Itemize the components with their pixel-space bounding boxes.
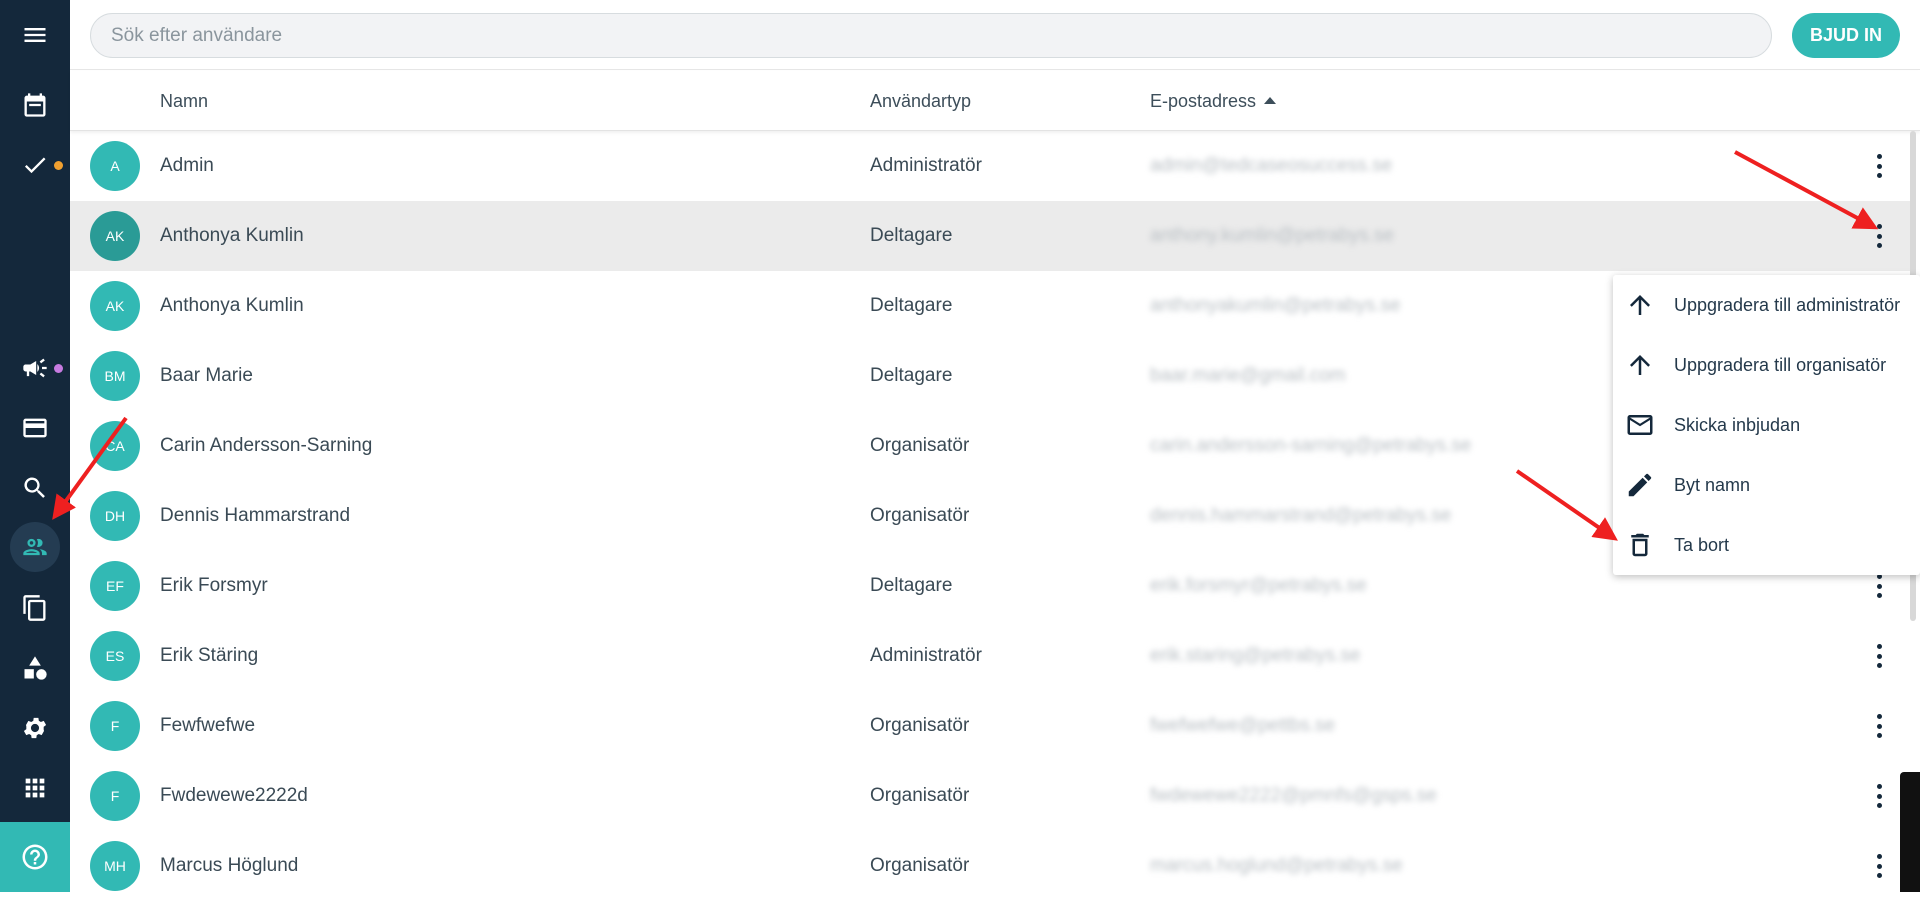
user-type: Organisatör xyxy=(870,505,970,526)
avatar: A xyxy=(90,141,140,191)
user-name: Admin xyxy=(160,155,214,176)
user-name: Fewfwefwe xyxy=(160,715,256,736)
user-email: erik.staring@petrabys.se xyxy=(1150,645,1361,666)
row-context-menu: Uppgradera till administratör Uppgradera … xyxy=(1613,275,1920,575)
user-email: fwdewewe2222@pmnfs@gsps.se xyxy=(1150,785,1437,806)
menu-item-skicka-inbjudan[interactable]: Skicka inbjudan xyxy=(1613,395,1920,455)
table-header: Namn Användartyp E-postadress xyxy=(70,71,1920,131)
user-email: baar.marie@gmail.com xyxy=(1150,365,1346,386)
table-row[interactable]: ES Erik Stäring Administratör erik.staring@… xyxy=(70,621,1915,691)
mail-icon xyxy=(1627,415,1653,435)
user-type: Deltagare xyxy=(870,225,953,246)
user-type: Administratör xyxy=(870,645,982,666)
more-options-icon[interactable] xyxy=(1875,571,1883,601)
menu-item-label: Skicka inbjudan xyxy=(1674,414,1801,435)
column-header-email[interactable]: E-postadress xyxy=(1150,91,1277,112)
avatar: CA xyxy=(90,421,140,471)
user-name: Anthonya Kumlin xyxy=(160,225,304,246)
table-row[interactable]: A Admin Administratör admin@tedcaseosuccess… xyxy=(70,131,1915,201)
sort-ascending-icon xyxy=(1264,97,1277,104)
user-type: Organisatör xyxy=(870,855,970,876)
table-row[interactable]: MH Marcus Höglund Organisatör marcus.hoglun… xyxy=(70,831,1915,901)
menu-item-byt-namn[interactable]: Byt namn xyxy=(1613,455,1920,515)
column-header-user-type[interactable]: Användartyp xyxy=(870,91,971,112)
menu-item-label: Uppgradera till administratör xyxy=(1674,294,1901,315)
email-header-label: E-postadress xyxy=(1150,91,1257,111)
gear-icon[interactable] xyxy=(0,698,70,758)
user-name: Anthonya Kumlin xyxy=(160,295,304,316)
user-type: Deltagare xyxy=(870,575,953,596)
arrow-up-icon xyxy=(1630,295,1650,315)
trash-icon xyxy=(1631,533,1649,557)
more-options-icon[interactable] xyxy=(1875,711,1883,741)
avatar: AK xyxy=(90,281,140,331)
user-type: Deltagare xyxy=(870,365,953,386)
user-name: Carin Andersson-Sarning xyxy=(160,435,373,456)
users-icon[interactable] xyxy=(10,522,60,572)
user-name: Dennis Hammarstrand xyxy=(160,505,351,526)
user-name: Erik Stäring xyxy=(160,645,259,666)
more-options-icon[interactable] xyxy=(1875,221,1883,251)
user-email: fwefwefwe@pettbs.se xyxy=(1150,715,1336,736)
user-email: marcus.hoglund@petrabys.se xyxy=(1150,855,1403,876)
invite-button[interactable]: BJUD IN xyxy=(1792,13,1900,58)
avatar: ES xyxy=(90,631,140,681)
avatar: DH xyxy=(90,491,140,541)
avatar: F xyxy=(90,701,140,751)
user-type: Organisatör xyxy=(870,715,970,736)
menu-item-ta-bort[interactable]: Ta bort xyxy=(1613,515,1920,575)
menu-item-uppgradera-till-administratör[interactable]: Uppgradera till administratör xyxy=(1613,275,1920,335)
calendar-icon[interactable] xyxy=(0,75,70,135)
table-row[interactable]: AK Anthonya Kumlin Deltagare anthony.kumlin… xyxy=(70,201,1915,271)
arrow-up-icon xyxy=(1630,355,1650,375)
avatar: EF xyxy=(90,561,140,611)
menu-item-label: Ta bort xyxy=(1674,534,1730,555)
avatar: MH xyxy=(90,841,140,891)
credit-card-icon[interactable] xyxy=(0,398,70,458)
user-type: Administratör xyxy=(870,155,982,176)
more-options-icon[interactable] xyxy=(1875,851,1883,881)
avatar: BM xyxy=(90,351,140,401)
pencil-icon xyxy=(1628,473,1652,497)
sidebar xyxy=(0,0,70,892)
column-header-name[interactable]: Namn xyxy=(160,91,208,112)
table-row[interactable]: F Fewfwefwe Organisatör fwefwefwe@pettbs.se xyxy=(70,691,1915,761)
menu-item-label: Uppgradera till organisatör xyxy=(1674,354,1887,375)
user-name: Baar Marie xyxy=(160,365,253,386)
user-email: erik.forsmyr@petrabys.se xyxy=(1150,575,1367,596)
avatar: AK xyxy=(90,211,140,261)
avatar: F xyxy=(90,771,140,821)
megaphone-icon[interactable] xyxy=(0,338,70,398)
more-options-icon[interactable] xyxy=(1875,641,1883,671)
apps-grid-icon[interactable] xyxy=(0,758,70,818)
user-email: admin@tedcaseosuccess.se xyxy=(1150,155,1393,176)
user-name: Marcus Höglund xyxy=(160,855,299,876)
user-type: Organisatör xyxy=(870,435,970,456)
copy-icon[interactable] xyxy=(0,578,70,638)
user-name: Erik Forsmyr xyxy=(160,575,268,596)
menu-item-uppgradera-till-organisatör[interactable]: Uppgradera till organisatör xyxy=(1613,335,1920,395)
user-name: Fwdewewe2222d xyxy=(160,785,308,806)
user-type: Deltagare xyxy=(870,295,953,316)
user-email: anthony.kumlin@petrabys.se xyxy=(1150,225,1394,246)
more-options-icon[interactable] xyxy=(1875,781,1883,811)
notification-dot xyxy=(54,364,63,373)
user-email: dennis.hammarstrand@petrabys.se xyxy=(1150,505,1452,526)
shapes-icon[interactable] xyxy=(0,638,70,698)
table-row[interactable]: F Fwdewewe2222d Organisatör fwdewewe2222@pm… xyxy=(70,761,1915,831)
menu-icon[interactable] xyxy=(0,5,70,65)
user-type: Organisatör xyxy=(870,785,970,806)
user-email: carin.andersson-sarning@petrabys.se xyxy=(1150,435,1472,456)
search-icon[interactable] xyxy=(0,458,70,518)
more-options-icon[interactable] xyxy=(1875,151,1883,181)
corner-widget xyxy=(1900,772,1920,892)
search-input[interactable] xyxy=(90,13,1772,58)
menu-item-label: Byt namn xyxy=(1674,474,1751,495)
checkmark-icon[interactable] xyxy=(0,135,70,195)
help-icon[interactable] xyxy=(0,822,70,892)
user-email: anthonyakumlin@petrabys.se xyxy=(1150,295,1401,316)
notification-dot xyxy=(54,161,63,170)
top-bar: BJUD IN xyxy=(70,0,1920,70)
